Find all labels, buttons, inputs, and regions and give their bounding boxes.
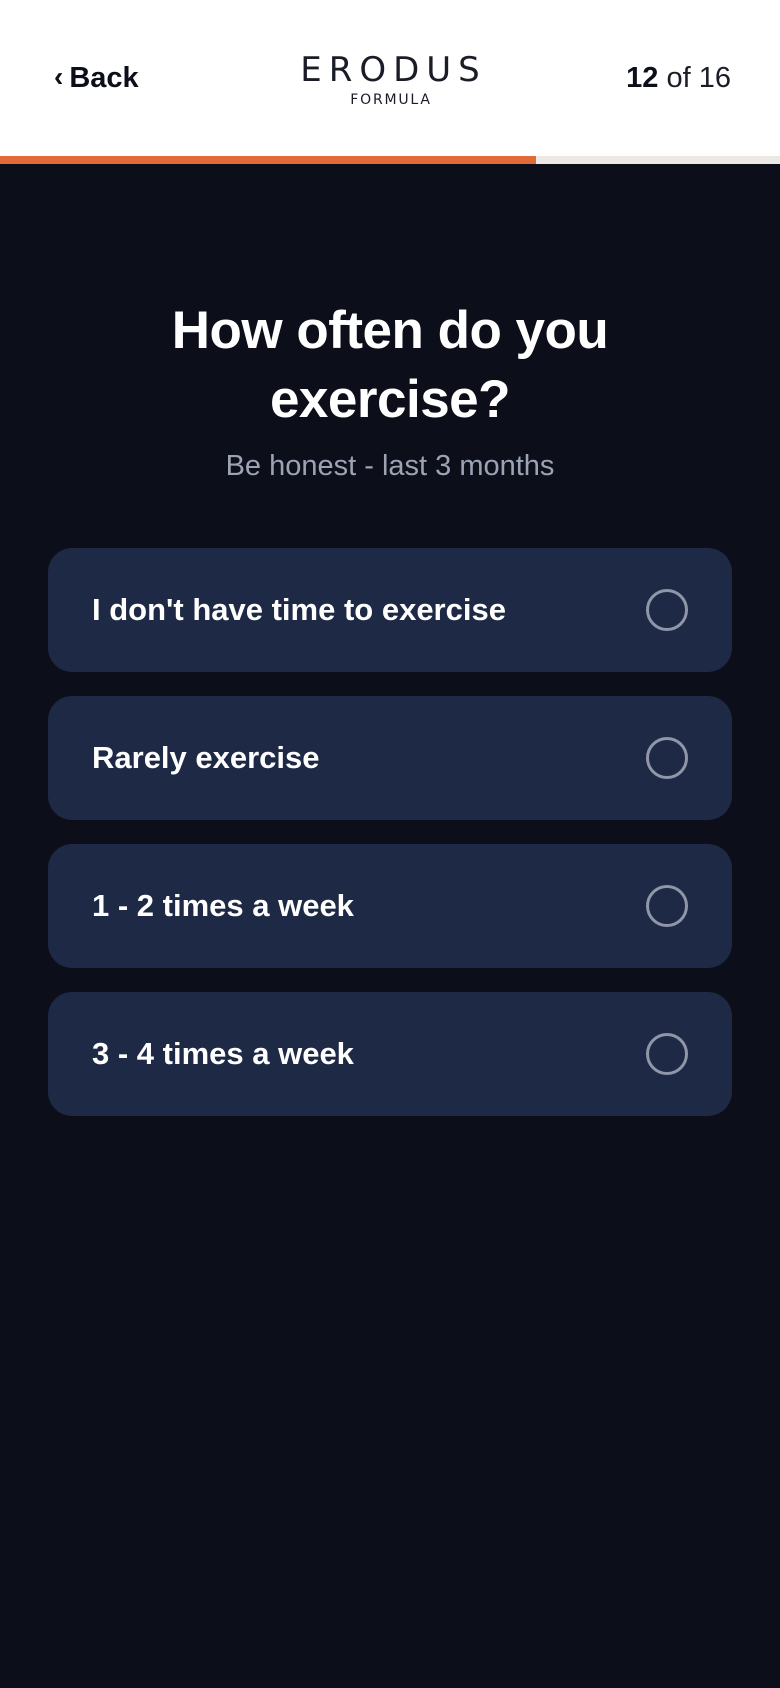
answer-option[interactable]: 3 - 4 times a week [48, 992, 732, 1116]
radio-unchecked-icon[interactable] [646, 1033, 688, 1075]
step-total: 16 [698, 62, 731, 94]
answer-option[interactable]: I don't have time to exercise [48, 548, 732, 672]
answer-options: I don't have time to exercise Rarely exe… [48, 548, 732, 1140]
answer-option-label: 1 - 2 times a week [92, 888, 354, 923]
answer-option-label: 3 - 4 times a week [92, 1036, 354, 1071]
answer-option-label: I don't have time to exercise [92, 592, 506, 627]
progress-bar [0, 156, 780, 164]
answer-option[interactable]: 1 - 2 times a week [48, 844, 732, 968]
step-separator: of [666, 62, 691, 94]
radio-unchecked-icon[interactable] [646, 885, 688, 927]
answer-option[interactable]: Rarely exercise [48, 696, 732, 820]
progress-bar-fill [0, 156, 537, 164]
step-counter: 12 of 16 [626, 60, 731, 96]
question-subtitle: Be honest - last 3 months [225, 450, 555, 482]
step-current: 12 [626, 62, 659, 94]
radio-unchecked-icon[interactable] [646, 737, 688, 779]
radio-unchecked-icon[interactable] [646, 589, 688, 631]
top-header: ‹ Back ERODUS FORMULA 12 of 16 [0, 0, 780, 156]
question-title: How often do you exercise? [171, 301, 609, 429]
answer-option-label: Rarely exercise [92, 740, 320, 775]
